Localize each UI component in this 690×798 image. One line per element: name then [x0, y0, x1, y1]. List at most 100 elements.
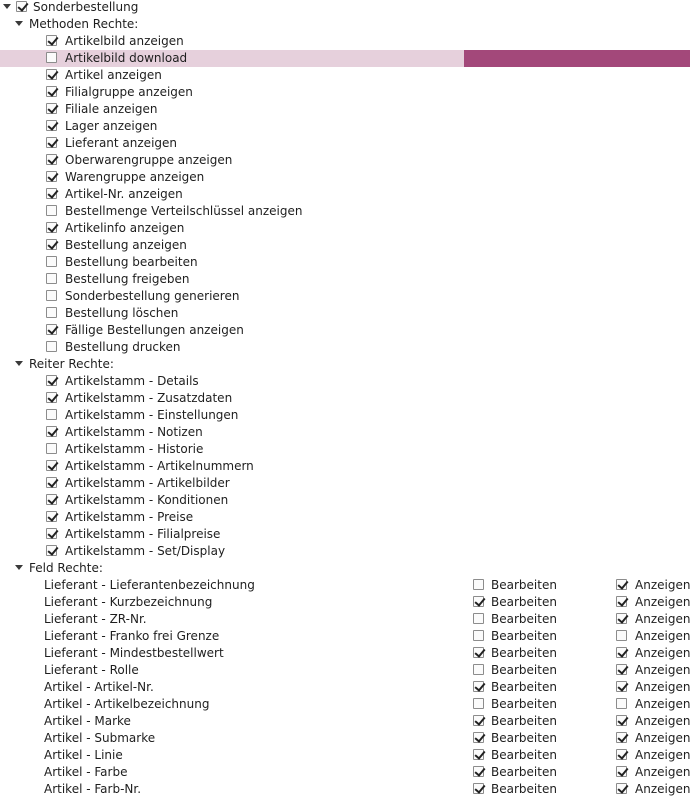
show-checkbox[interactable] — [616, 647, 627, 658]
permission-checkbox[interactable] — [46, 154, 57, 165]
permission-checkbox[interactable] — [46, 120, 57, 131]
edit-checkbox[interactable] — [473, 579, 484, 590]
edit-checkbox[interactable] — [473, 613, 484, 624]
show-checkbox[interactable] — [616, 681, 627, 692]
permission-checkbox[interactable] — [46, 35, 57, 46]
edit-checkbox[interactable] — [473, 749, 484, 760]
permission-checkbox[interactable] — [46, 290, 57, 301]
show-label: Anzeigen — [635, 595, 690, 609]
field-label: Lieferant - Kurzbezeichnung — [44, 595, 213, 609]
permission-checkbox[interactable] — [46, 307, 57, 318]
edit-checkbox[interactable] — [473, 698, 484, 709]
show-checkbox[interactable] — [616, 579, 627, 590]
show-checkbox[interactable] — [616, 613, 627, 624]
permission-item: Artikelbild download — [0, 50, 690, 67]
root-checkbox[interactable] — [16, 1, 27, 12]
permission-item: Artikelstamm - Historie — [0, 441, 690, 458]
expand-triangle-icon[interactable] — [3, 4, 11, 9]
permission-checkbox[interactable] — [46, 392, 57, 403]
permission-label: Filialgruppe anzeigen — [65, 85, 193, 99]
permission-item: Bestellung bearbeiten — [0, 254, 690, 271]
permission-item: Artikel anzeigen — [0, 67, 690, 84]
show-checkbox[interactable] — [616, 664, 627, 675]
edit-label: Bearbeiten — [491, 646, 557, 660]
field-label: Lieferant - Franko frei Grenze — [44, 629, 220, 643]
field-label: Lieferant - Lieferantenbezeichnung — [44, 578, 255, 592]
permission-checkbox[interactable] — [46, 273, 57, 284]
permission-checkbox[interactable] — [46, 375, 57, 386]
permission-checkbox[interactable] — [46, 256, 57, 267]
permission-item: Artikelstamm - Einstellungen — [0, 407, 690, 424]
edit-checkbox[interactable] — [473, 596, 484, 607]
permission-checkbox[interactable] — [46, 69, 57, 80]
permission-checkbox[interactable] — [46, 341, 57, 352]
permission-checkbox[interactable] — [46, 171, 57, 182]
permission-item: Oberwarengruppe anzeigen — [0, 152, 690, 169]
permission-label: Bestellung bearbeiten — [65, 255, 198, 269]
field-permission-row: Artikel - Submarke Bearbeiten Anzeigen — [0, 730, 690, 747]
permission-item: Artikelbild anzeigen — [0, 33, 690, 50]
expand-triangle-icon[interactable] — [15, 565, 23, 570]
edit-label: Bearbeiten — [491, 663, 557, 677]
permission-checkbox[interactable] — [46, 426, 57, 437]
permission-label: Artikelstamm - Preise — [65, 510, 194, 524]
field-permission-row: Artikel - Linie Bearbeiten Anzeigen — [0, 747, 690, 764]
field-label: Artikel - Artikelbezeichnung — [44, 697, 210, 711]
permission-checkbox[interactable] — [46, 52, 57, 63]
permission-item: Warengruppe anzeigen — [0, 169, 690, 186]
permission-checkbox[interactable] — [46, 239, 57, 250]
show-checkbox[interactable] — [616, 715, 627, 726]
permission-label: Artikelstamm - Einstellungen — [65, 408, 239, 422]
permission-item: Artikelstamm - Preise — [0, 509, 690, 526]
permission-checkbox[interactable] — [46, 222, 57, 233]
show-checkbox[interactable] — [616, 749, 627, 760]
edit-checkbox[interactable] — [473, 783, 484, 794]
permission-label: Artikel anzeigen — [65, 68, 162, 82]
tree-root-sonderbestellung: Sonderbestellung — [0, 0, 690, 16]
field-permission-row: Lieferant - Lieferantenbezeichnung Bearbe… — [0, 577, 690, 594]
permission-checkbox[interactable] — [46, 494, 57, 505]
permission-item: Artikelinfo anzeigen — [0, 220, 690, 237]
expand-triangle-icon[interactable] — [15, 361, 23, 366]
permission-checkbox[interactable] — [46, 103, 57, 114]
permission-checkbox[interactable] — [46, 137, 57, 148]
show-label: Anzeigen — [635, 663, 690, 677]
edit-checkbox[interactable] — [473, 715, 484, 726]
edit-checkbox[interactable] — [473, 766, 484, 777]
show-checkbox[interactable] — [616, 630, 627, 641]
expand-triangle-icon[interactable] — [15, 21, 23, 26]
edit-checkbox[interactable] — [473, 681, 484, 692]
show-checkbox[interactable] — [616, 766, 627, 777]
edit-label: Bearbeiten — [491, 697, 557, 711]
permission-checkbox[interactable] — [46, 511, 57, 522]
permission-checkbox[interactable] — [46, 86, 57, 97]
permission-checkbox[interactable] — [46, 545, 57, 556]
permission-checkbox[interactable] — [46, 477, 57, 488]
show-checkbox[interactable] — [616, 698, 627, 709]
field-label: Artikel - Marke — [44, 714, 131, 728]
show-checkbox[interactable] — [616, 783, 627, 794]
edit-checkbox[interactable] — [473, 647, 484, 658]
permission-checkbox[interactable] — [46, 188, 57, 199]
permission-label: Artikelstamm - Historie — [65, 442, 204, 456]
permission-checkbox[interactable] — [46, 409, 57, 420]
permission-label: Artikelstamm - Artikelbilder — [65, 476, 230, 490]
edit-checkbox[interactable] — [473, 732, 484, 743]
section-label: Methoden Rechte: — [29, 17, 139, 31]
show-checkbox[interactable] — [616, 596, 627, 607]
permission-checkbox[interactable] — [46, 460, 57, 471]
permission-label: Bestellung anzeigen — [65, 238, 187, 252]
permission-checkbox[interactable] — [46, 528, 57, 539]
permission-label: Artikel-Nr. anzeigen — [65, 187, 183, 201]
permission-checkbox[interactable] — [46, 324, 57, 335]
permission-item: Sonderbestellung generieren — [0, 288, 690, 305]
permission-checkbox[interactable] — [46, 205, 57, 216]
permission-label: Artikelinfo anzeigen — [65, 221, 185, 235]
edit-label: Bearbeiten — [491, 748, 557, 762]
show-checkbox[interactable] — [616, 732, 627, 743]
permission-checkbox[interactable] — [46, 443, 57, 454]
edit-checkbox[interactable] — [473, 630, 484, 641]
edit-checkbox[interactable] — [473, 664, 484, 675]
field-label: Lieferant - Mindestbestellwert — [44, 646, 224, 660]
permission-label: Artikelstamm - Details — [65, 374, 199, 388]
